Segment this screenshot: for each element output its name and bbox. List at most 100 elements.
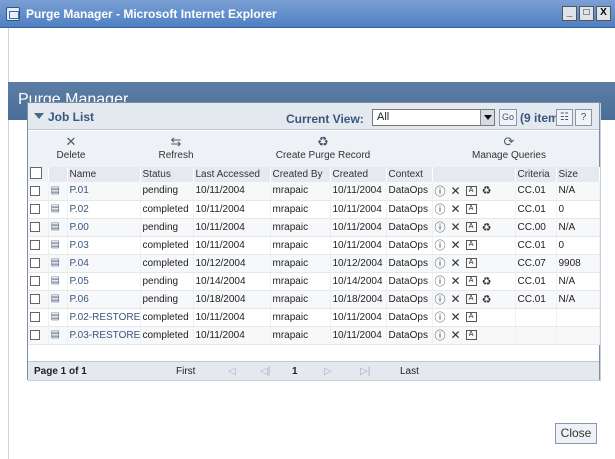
close-button[interactable]: Close — [555, 423, 597, 444]
info-icon[interactable]: ⓘ — [435, 237, 446, 253]
column-header[interactable]: Created — [330, 167, 387, 182]
go-button[interactable]: Go — [499, 109, 517, 126]
edit-icon[interactable]: A — [465, 330, 477, 340]
collapse-triangle-icon[interactable] — [34, 113, 44, 119]
table-row[interactable]: ▤ P.00 pending 10/11/2004 mrapaic 10/11/2004 D… — [28, 218, 600, 237]
created-by-cell: mrapaic — [270, 254, 331, 273]
table-row[interactable]: ▤ P.05 pending 10/14/2004 mrapaic 10/14/2004 D… — [28, 272, 600, 291]
delete-x-icon[interactable]: ✕ — [451, 202, 461, 216]
edit-icon[interactable]: A — [465, 312, 477, 322]
size-cell: N/A — [556, 272, 600, 291]
info-icon[interactable]: ⓘ — [435, 327, 446, 343]
delete-x-icon[interactable]: ✕ — [451, 256, 461, 270]
last-accessed-cell: 10/11/2004 — [193, 308, 271, 327]
chevron-down-icon[interactable] — [480, 110, 494, 125]
info-icon[interactable]: ⓘ — [435, 201, 446, 217]
job-name-cell[interactable]: P.03-RESTORE — [67, 326, 141, 345]
row-checkbox[interactable] — [30, 203, 40, 214]
delete-x-icon[interactable]: ✕ — [451, 220, 461, 234]
row-checkbox[interactable] — [30, 257, 40, 268]
delete-x-icon[interactable]: ✕ — [451, 328, 461, 342]
created-by-cell: mrapaic — [270, 290, 331, 309]
refresh-button[interactable]: ⇆ Refresh — [146, 133, 206, 161]
size-cell — [556, 326, 600, 345]
edit-icon[interactable]: A — [465, 294, 477, 304]
row-checkbox[interactable] — [30, 311, 40, 322]
column-header[interactable]: Name — [67, 167, 141, 182]
edit-icon[interactable]: A — [465, 240, 477, 250]
info-icon[interactable]: ⓘ — [435, 255, 446, 271]
info-icon[interactable]: ⓘ — [435, 309, 446, 325]
edit-icon[interactable]: A — [465, 258, 477, 268]
create-purge-record-button[interactable]: ♻ Create Purge Record — [268, 133, 378, 161]
purge-bin-icon[interactable]: ♻ — [482, 221, 492, 234]
table-row[interactable]: ▤ P.03 completed 10/11/2004 mrapaic 10/11/200… — [28, 236, 600, 255]
job-name-cell[interactable]: P.00 — [67, 218, 141, 237]
pager: Page 1 of 1 First ◁ ◁| 1 ▷ ▷| Last — [28, 361, 599, 380]
purge-bin-icon[interactable]: ♻ — [482, 293, 492, 306]
maximize-button[interactable]: □ — [579, 6, 594, 21]
job-name-cell[interactable]: P.05 — [67, 272, 141, 291]
view-select[interactable]: All — [372, 109, 495, 126]
edit-icon[interactable]: A — [465, 222, 477, 232]
table-row[interactable]: ▤ P.04 completed 10/12/2004 mrapaic 10/12/200… — [28, 254, 600, 273]
job-name-cell[interactable]: P.04 — [67, 254, 141, 273]
column-header[interactable]: Context — [386, 167, 433, 182]
table-row[interactable]: ▤ P.06 pending 10/18/2004 mrapaic 10/18/2004 D… — [28, 290, 600, 309]
row-checkbox[interactable] — [30, 185, 40, 196]
table-row[interactable]: ▤ P.03-RESTORE completed 10/11/2004 mrapaic 1… — [28, 326, 600, 345]
next-page-icon: ▷| — [360, 366, 371, 377]
row-checkbox[interactable] — [30, 239, 40, 250]
job-type-cell: ▤ — [48, 200, 68, 219]
info-icon[interactable]: ⓘ — [435, 291, 446, 307]
column-header[interactable]: Created By — [270, 167, 331, 182]
table-row[interactable]: ▤ P.02-RESTORE completed 10/11/2004 mrapaic 1… — [28, 308, 600, 327]
table-row[interactable]: ▤ P.02 completed 10/11/2004 mrapaic 10/11/200… — [28, 200, 600, 219]
select-all-checkbox[interactable] — [30, 167, 42, 179]
row-checkbox[interactable] — [30, 293, 40, 304]
row-checkbox-cell — [28, 326, 49, 345]
row-checkbox[interactable] — [30, 275, 40, 286]
table-row[interactable]: ▤ P.01 pending 10/11/2004 mrapaic 10/11/2004 D… — [28, 182, 600, 201]
actions-cell: ⓘ ✕ A — [432, 200, 516, 219]
delete-button[interactable]: ✕ Delete — [46, 133, 96, 161]
job-name-cell[interactable]: P.02-RESTORE — [67, 308, 141, 327]
edit-icon[interactable]: A — [465, 204, 477, 214]
column-header[interactable]: Status — [140, 167, 194, 182]
status-cell: pending — [140, 272, 194, 291]
row-checkbox-cell — [28, 218, 49, 237]
first-page-link[interactable]: First — [176, 366, 195, 377]
purge-bin-icon[interactable]: ♻ — [482, 184, 492, 197]
column-header[interactable]: Last Accessed — [193, 167, 271, 182]
row-checkbox[interactable] — [30, 221, 40, 232]
last-page-link[interactable]: Last — [400, 366, 419, 377]
manage-queries-button[interactable]: ⟳ Manage Queries — [466, 133, 552, 161]
purge-bin-icon[interactable]: ♻ — [482, 275, 492, 288]
delete-x-icon[interactable]: ✕ — [451, 238, 461, 252]
delete-x-icon[interactable]: ✕ — [451, 292, 461, 306]
delete-x-icon[interactable]: ✕ — [451, 274, 461, 288]
column-header[interactable]: Criteria — [515, 167, 557, 182]
job-name-cell[interactable]: P.06 — [67, 290, 141, 309]
job-name-cell[interactable]: P.01 — [67, 182, 141, 201]
last-accessed-cell: 10/18/2004 — [193, 290, 271, 309]
job-name-cell[interactable]: P.03 — [67, 236, 141, 255]
column-settings-button[interactable]: ☷ — [556, 109, 573, 126]
edit-icon[interactable]: A — [465, 185, 477, 196]
job-icon: ▤ — [50, 221, 60, 233]
help-button[interactable]: ? — [575, 109, 592, 126]
row-checkbox[interactable] — [30, 329, 40, 340]
status-cell: pending — [140, 290, 194, 309]
close-window-button[interactable]: X — [596, 6, 611, 21]
column-header[interactable]: Size — [556, 167, 600, 182]
job-name-cell[interactable]: P.02 — [67, 200, 141, 219]
edit-icon[interactable]: A — [465, 276, 477, 286]
delete-x-icon[interactable]: ✕ — [451, 184, 461, 198]
info-icon[interactable]: ⓘ — [435, 183, 446, 199]
size-cell: N/A — [556, 182, 600, 201]
delete-x-icon[interactable]: ✕ — [451, 310, 461, 324]
job-type-cell: ▤ — [48, 308, 68, 327]
info-icon[interactable]: ⓘ — [435, 219, 446, 235]
info-icon[interactable]: ⓘ — [435, 273, 446, 289]
minimize-button[interactable]: _ — [562, 6, 577, 21]
